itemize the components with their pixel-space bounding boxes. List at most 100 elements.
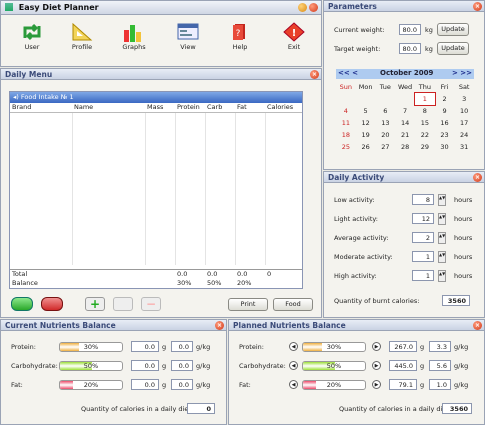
nutrient-bar: 50% [302, 361, 366, 371]
close-button[interactable] [309, 3, 318, 12]
toolbar-user-button[interactable]: User [9, 19, 55, 57]
activity-hours-field[interactable]: 1 [412, 251, 434, 262]
calendar-day[interactable]: 15 [415, 117, 435, 129]
app-title: Easy Diet Planner [18, 3, 99, 12]
toolbar-profile-button[interactable]: Profile [59, 19, 105, 57]
increase-arrow-icon[interactable]: ▶ [372, 342, 381, 351]
calendar-day[interactable]: 5 [356, 105, 376, 117]
prev-month-button[interactable]: << < [338, 69, 358, 77]
nutrient-percent: 30% [326, 343, 342, 351]
toolbar-exit-button[interactable]: ! Exit [271, 19, 317, 57]
activity-label: High activity: [334, 272, 377, 280]
activity-hours-field[interactable]: 1 [412, 270, 434, 281]
hours-unit: hours [454, 272, 473, 280]
decrease-arrow-icon[interactable]: ◀ [289, 380, 298, 389]
close-icon[interactable]: × [215, 321, 224, 330]
activity-hours-field[interactable]: 12 [412, 213, 434, 224]
current-weight-field[interactable]: 80.0 [399, 24, 421, 35]
calendar-day[interactable]: 2 [435, 93, 455, 105]
calendar-day[interactable]: 30 [435, 141, 455, 153]
activity-hours-field[interactable]: 8 [412, 194, 434, 205]
add-intake-button[interactable] [11, 297, 33, 311]
calendar-day[interactable]: 20 [376, 129, 396, 141]
calendar-header: << < October 2009 > >> [336, 69, 474, 79]
calendar-day[interactable]: 9 [435, 105, 455, 117]
activity-spinner[interactable]: ▲▼ [438, 232, 446, 244]
g-per-kg-unit: g/kg [196, 381, 211, 389]
print-button[interactable]: Print [228, 298, 268, 311]
planned-nutrients-panel: Planned Nutrients Balance × Protein: ◀ 30% ▶… [228, 319, 485, 425]
remove-food-button[interactable]: − [141, 297, 161, 311]
calendar-day[interactable]: 25 [336, 141, 356, 153]
calendar-day[interactable]: 19 [356, 129, 376, 141]
increase-arrow-icon[interactable]: ▶ [372, 361, 381, 370]
calendar-day[interactable]: 28 [395, 141, 415, 153]
calendar-day[interactable]: 7 [395, 105, 415, 117]
activity-spinner[interactable]: ▲▼ [438, 251, 446, 263]
close-icon[interactable]: × [473, 2, 482, 11]
activity-spinner[interactable]: ▲▼ [438, 213, 446, 225]
activity-spinner[interactable]: ▲▼ [438, 194, 446, 206]
activity-spinner[interactable]: ▲▼ [438, 270, 446, 282]
calendar-day[interactable]: 13 [376, 117, 396, 129]
calendar-day[interactable]: 29 [415, 141, 435, 153]
calendar-day[interactable]: 3 [454, 93, 474, 105]
update-target-button[interactable]: Update [437, 42, 469, 55]
activity-hours-field[interactable]: 2 [412, 232, 434, 243]
next-month-button[interactable]: > >> [452, 69, 472, 77]
svg-text:?: ? [236, 29, 241, 39]
col-carb: Carb [207, 103, 223, 111]
calendar-day[interactable]: 16 [435, 117, 455, 129]
calendar-day[interactable]: 10 [454, 105, 474, 117]
calendar-day[interactable]: 6 [376, 105, 396, 117]
calendar-day[interactable]: 18 [336, 129, 356, 141]
nutrient-label: Protein: [239, 343, 264, 351]
calendar-day[interactable]: 14 [395, 117, 415, 129]
table-header: Brand Name Mass Protein Carb Fat Calorie… [10, 103, 302, 113]
calendar-day[interactable]: 27 [376, 141, 396, 153]
calendar-day[interactable]: 26 [356, 141, 376, 153]
weekday-label: Thu [418, 83, 431, 91]
calendar-day[interactable]: 1 [414, 92, 436, 106]
remove-intake-button[interactable] [41, 297, 63, 311]
decrease-arrow-icon[interactable]: ◀ [289, 361, 298, 370]
calendar-day[interactable]: 11 [336, 117, 356, 129]
col-fat: Fat [237, 103, 247, 111]
decrease-arrow-icon[interactable]: ◀ [289, 342, 298, 351]
calendar-day[interactable]: 8 [415, 105, 435, 117]
panel-title: Current Nutrients Balance × [1, 320, 226, 331]
calendar-day[interactable]: 22 [415, 129, 435, 141]
close-icon[interactable]: × [310, 70, 319, 79]
calendar-day[interactable]: 24 [454, 129, 474, 141]
calendar-day[interactable]: 17 [454, 117, 474, 129]
toolbar-graphs-button[interactable]: Graphs [111, 19, 157, 57]
nutrient-label: Carbohydrate: [239, 362, 286, 370]
close-icon[interactable]: × [473, 321, 482, 330]
close-icon[interactable]: × [473, 173, 482, 182]
calendar-month: October 2009 [380, 69, 434, 77]
calendar-day[interactable]: 4 [336, 105, 356, 117]
calendar-day[interactable]: 23 [435, 129, 455, 141]
nutrient-grams: 267.0 [389, 341, 417, 352]
food-intake-header[interactable]: ◂) Food Intake № 1 [10, 92, 302, 103]
col-protein: Protein [177, 103, 200, 111]
increase-arrow-icon[interactable]: ▶ [372, 380, 381, 389]
panel-title: Parameters × [324, 1, 484, 12]
calendar-day [376, 93, 396, 105]
target-weight-field[interactable]: 80.0 [399, 43, 421, 54]
toolbar-help-button[interactable]: ? Help [217, 19, 263, 57]
table-body[interactable] [10, 113, 302, 265]
activity-label: Light activity: [334, 215, 378, 223]
update-current-button[interactable]: Update [437, 23, 469, 36]
calendar-day[interactable]: 12 [356, 117, 376, 129]
add-food-button[interactable]: + [85, 297, 105, 311]
nutrient-g-per-kg: 0.0 [171, 341, 193, 352]
view-icon [165, 21, 211, 43]
minimize-button[interactable] [298, 3, 307, 12]
calendar-day[interactable]: 31 [454, 141, 474, 153]
toolbar-view-button[interactable]: View [165, 19, 211, 57]
hours-unit: hours [454, 253, 473, 261]
edit-food-button[interactable] [113, 297, 133, 311]
calendar-day[interactable]: 21 [395, 129, 415, 141]
food-button[interactable]: Food [273, 298, 313, 311]
